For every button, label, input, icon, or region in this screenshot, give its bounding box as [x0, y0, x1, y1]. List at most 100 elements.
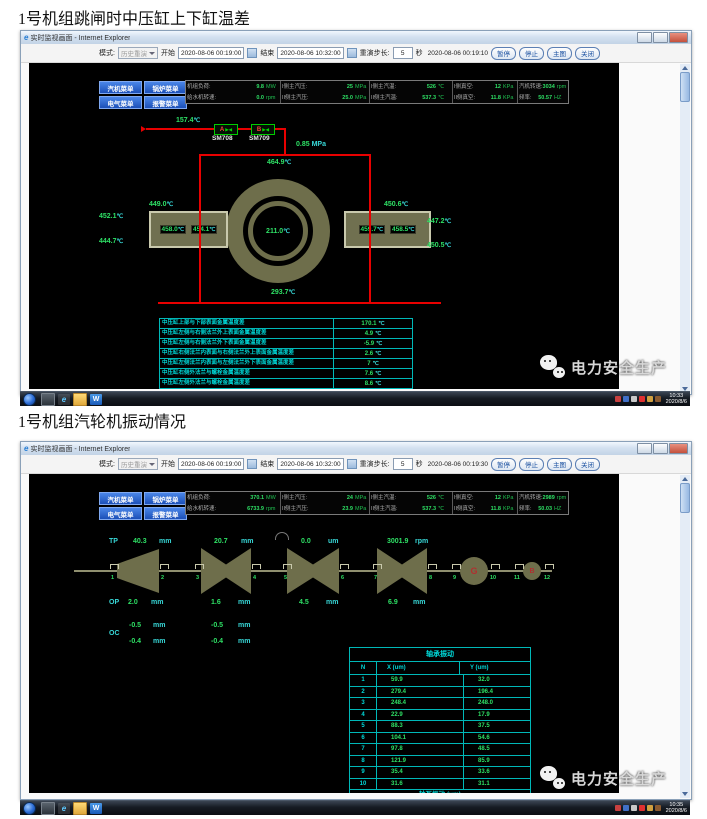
pause-button[interactable]: 暂停 [491, 458, 516, 471]
status-label: I侧主汽压: [282, 84, 307, 90]
titlebar[interactable]: e 实时监视画面 - Internet Explorer [21, 31, 691, 44]
valve-sm709[interactable]: B▶◀ [251, 124, 275, 135]
menu-button-electric[interactable]: 电气菜单 [99, 507, 142, 520]
valve-sm708[interactable]: A▶◀ [214, 124, 238, 135]
op-label: OP [109, 599, 119, 606]
status-label: I侧真空: [454, 84, 474, 90]
oc-value: -0.4 [211, 638, 223, 645]
clock[interactable]: 10:352020/8/6 [663, 802, 687, 814]
status-label: II侧真空: [454, 506, 475, 512]
start-button[interactable] [23, 802, 36, 815]
calendar-icon[interactable] [347, 48, 357, 58]
wps-icon[interactable]: W [90, 803, 102, 814]
valve-icon: ▶◀ [262, 127, 269, 133]
ie-taskbar-icon[interactable]: e [58, 803, 70, 814]
oc-unit: mm [153, 622, 165, 629]
program-icon[interactable] [41, 802, 55, 815]
scrollbar-thumb[interactable] [680, 483, 690, 513]
tray-icon[interactable] [655, 396, 661, 402]
status-value: 12 [495, 84, 501, 90]
folder-icon[interactable] [73, 393, 87, 406]
valve-name: SM708 [212, 135, 233, 142]
menu-button-electric[interactable]: 电气菜单 [99, 96, 142, 109]
status-label: 给水机转速: [187, 506, 216, 512]
clock[interactable]: 10:332020/8/6 [663, 393, 687, 405]
start-label: 开始 [161, 459, 175, 469]
tray-icon[interactable] [639, 805, 645, 811]
tray-icon[interactable] [639, 396, 645, 402]
wps-icon[interactable]: W [90, 394, 102, 405]
end-label: 结束 [260, 459, 274, 469]
folder-icon[interactable] [73, 802, 87, 815]
calendar-icon[interactable] [247, 459, 257, 469]
tray-icon[interactable] [647, 396, 653, 402]
ie-taskbar-icon[interactable]: e [58, 394, 70, 405]
mode-select[interactable]: 历史重演 [118, 458, 158, 470]
pause-button[interactable]: 暂停 [491, 47, 516, 60]
program-icon[interactable] [41, 393, 55, 406]
bearing-number: 11 [514, 575, 520, 581]
temp-diff-table: 中压缸上部与下部表面金属温度差170.1℃ 中压缸左侧与右侧法兰外上表面金属温度… [159, 318, 413, 389]
calendar-icon[interactable] [347, 459, 357, 469]
table-row: 797.848.5 [350, 744, 530, 756]
end-time-input[interactable]: 2020-08-06 10:32:00 [277, 47, 343, 59]
cylinder-box-right [369, 154, 371, 304]
menu-button-turbine[interactable]: 汽机菜单 [99, 492, 142, 505]
system-tray: 10:332020/8/6 [615, 393, 690, 405]
start-time-input[interactable]: 2020-08-06 00:19:00 [178, 47, 244, 59]
step-input[interactable]: 5 [393, 47, 413, 59]
wechat-icon [540, 766, 566, 790]
start-button[interactable] [23, 393, 36, 406]
tray-icon[interactable] [647, 805, 653, 811]
menu-button-alarm[interactable]: 报警菜单 [144, 507, 187, 520]
system-tray: 10:352020/8/6 [615, 802, 690, 814]
temp-label-far-left-upper: 452.1℃ [99, 213, 123, 220]
oc-value: -0.5 [211, 622, 223, 629]
tray-icon[interactable] [631, 396, 637, 402]
scroll-up-icon[interactable] [682, 66, 688, 70]
table-row: 935.433.6 [350, 767, 530, 779]
start-time-input[interactable]: 2020-08-06 00:19:00 [178, 458, 244, 470]
step-input[interactable]: 5 [393, 458, 413, 470]
scrollbar-thumb[interactable] [680, 72, 690, 102]
menu-button-alarm[interactable]: 报警菜单 [144, 96, 187, 109]
menu-button-turbine[interactable]: 汽机菜单 [99, 81, 142, 94]
table-header: NX (um)Y (um) [350, 662, 530, 675]
tray-icon[interactable] [623, 805, 629, 811]
tray-icon[interactable] [631, 805, 637, 811]
tray-icon[interactable] [623, 396, 629, 402]
vertical-scrollbar[interactable] [680, 64, 690, 393]
scroll-down-icon[interactable] [682, 792, 688, 796]
close-page-button[interactable]: 关闭 [575, 47, 600, 60]
main-screen-button[interactable]: 主图 [547, 47, 572, 60]
stop-button[interactable]: 停止 [519, 458, 544, 471]
step-unit: 秒 [416, 48, 423, 58]
maximize-button[interactable] [653, 443, 668, 454]
menu-button-boiler[interactable]: 锅炉菜单 [144, 81, 187, 94]
menu-button-boiler[interactable]: 锅炉菜单 [144, 492, 187, 505]
table-row: 422.917.9 [350, 710, 530, 722]
tray-icon[interactable] [615, 805, 621, 811]
vertical-scrollbar[interactable] [680, 475, 690, 798]
close-page-button[interactable]: 关闭 [575, 458, 600, 471]
calendar-icon[interactable] [247, 48, 257, 58]
minimize-button[interactable] [637, 32, 652, 43]
main-screen-button[interactable]: 主图 [547, 458, 572, 471]
status-label: II侧主汽压: [282, 95, 309, 101]
close-button[interactable] [669, 443, 688, 454]
mode-select[interactable]: 历史重演 [118, 47, 158, 59]
close-button[interactable] [669, 32, 688, 43]
minimize-button[interactable] [637, 443, 652, 454]
maximize-button[interactable] [653, 32, 668, 43]
scroll-up-icon[interactable] [682, 477, 688, 481]
browser-viewport: 汽机菜单 锅炉菜单 电气菜单 报警菜单 机组负荷:9.8MW 给水机转速:0.0… [21, 63, 691, 394]
tray-icon[interactable] [615, 396, 621, 402]
titlebar[interactable]: e 实时监视画面 - Internet Explorer [21, 442, 691, 455]
watermark: 电力安全生产 [540, 766, 667, 790]
bearing-icon [283, 564, 292, 569]
stop-button[interactable]: 停止 [519, 47, 544, 60]
replay-current-time: 2020-08-06 00:19:10 [428, 50, 488, 57]
end-time-input[interactable]: 2020-08-06 10:32:00 [277, 458, 343, 470]
exciter-circle: B [523, 562, 541, 580]
tray-icon[interactable] [655, 805, 661, 811]
